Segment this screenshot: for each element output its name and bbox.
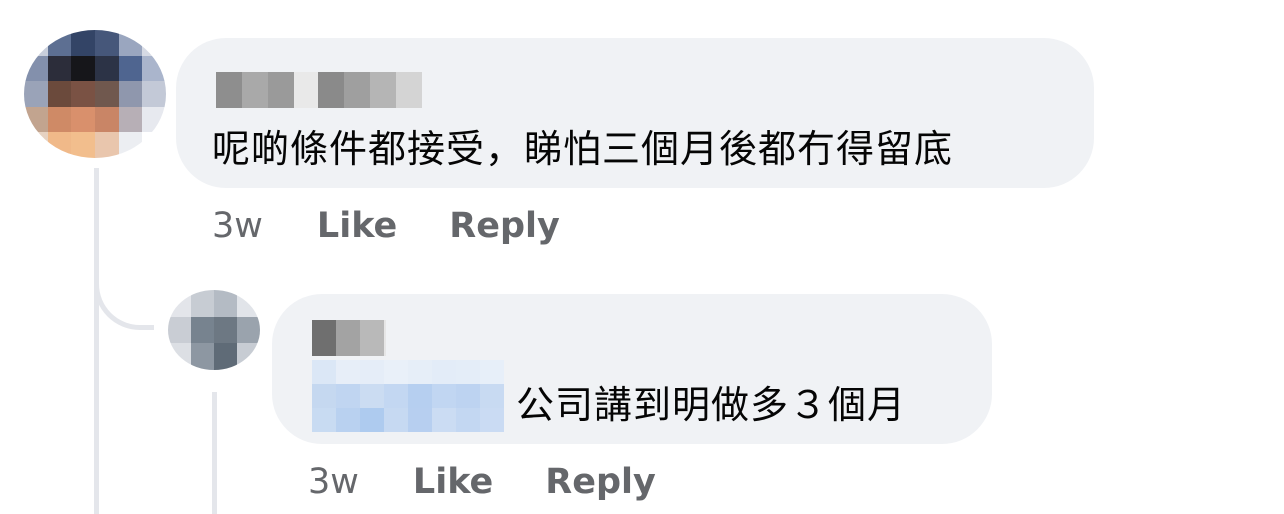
like-button[interactable]: Like <box>317 206 397 246</box>
comment-text: 呢啲條件都接受，睇怕三個月後都冇得留底 <box>212 127 954 171</box>
thread-connector-line <box>94 168 99 514</box>
reply-timestamp[interactable]: 3w <box>308 462 359 502</box>
reply-button[interactable]: Reply <box>449 206 560 246</box>
mention-tag-blurred[interactable] <box>312 360 504 432</box>
replier-name-blurred[interactable] <box>312 320 386 356</box>
comment-timestamp[interactable]: 3w <box>212 206 263 246</box>
reply-like-button[interactable]: Like <box>413 462 493 502</box>
replier-avatar[interactable] <box>168 290 260 370</box>
reply-connector-curve <box>94 268 154 330</box>
reply-actions: 3w Like Reply <box>308 462 656 502</box>
commenter-name-blurred[interactable] <box>216 72 422 108</box>
reply-reply-button[interactable]: Reply <box>545 462 656 502</box>
reply-text: 公司講到明做多３個月 <box>516 383 907 427</box>
comment-actions: 3w Like Reply <box>212 206 560 246</box>
reply-thread-line <box>212 392 217 514</box>
comment-thread: 呢啲條件都接受，睇怕三個月後都冇得留底 3w Like Reply 公司講到明做… <box>0 0 1284 514</box>
commenter-avatar[interactable] <box>24 30 166 158</box>
